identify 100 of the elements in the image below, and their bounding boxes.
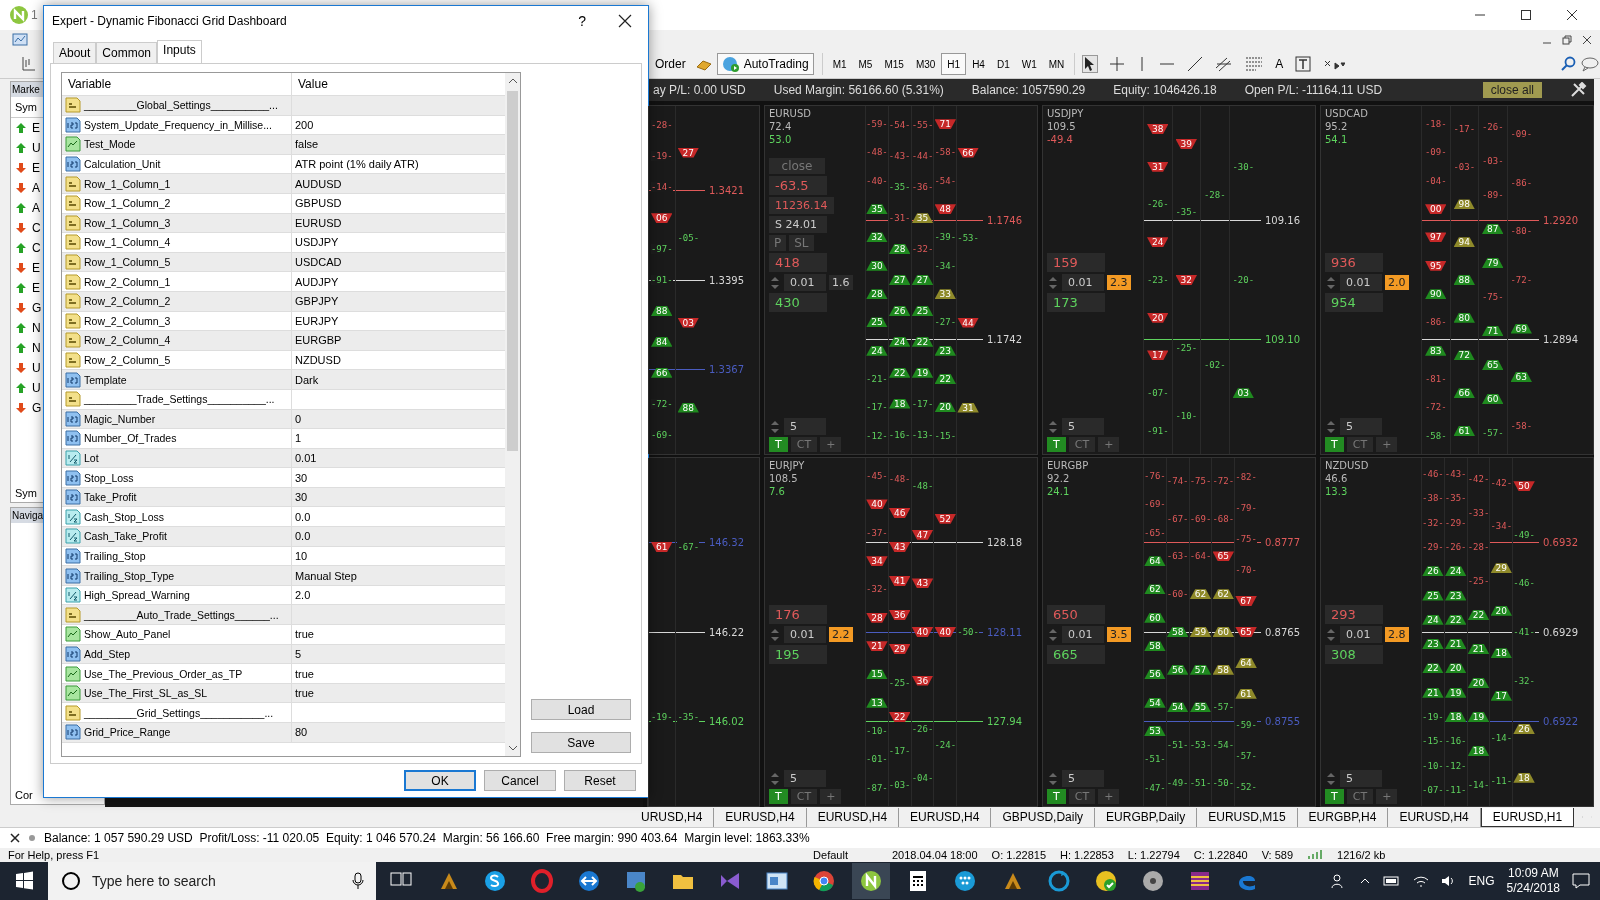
step-field[interactable]: 5 — [1062, 770, 1104, 787]
timeframe-button[interactable]: M1 — [826, 53, 853, 75]
symbol-name[interactable]: C — [32, 221, 41, 235]
value-cell[interactable]: EURJPY — [295, 314, 339, 327]
variable-name[interactable]: Row_1_Column_3 — [84, 216, 171, 229]
spinner-icon[interactable] — [1047, 771, 1059, 786]
value-cell[interactable]: EURGBP — [295, 334, 342, 347]
variable-name[interactable]: Row_1_Column_1 — [84, 177, 171, 190]
buy-price[interactable]: 430 — [769, 293, 827, 312]
sell-price[interactable]: 936 — [1325, 253, 1383, 272]
variable-name[interactable]: Show_Auto_Panel — [84, 628, 171, 641]
value-cell[interactable]: true — [295, 667, 314, 680]
step-field[interactable]: 5 — [784, 418, 826, 435]
spinner-icon[interactable] — [1047, 627, 1059, 642]
variable-name[interactable]: Row_1_Column_5 — [84, 256, 171, 269]
timeframe-button[interactable]: MN — [1042, 53, 1071, 75]
variable-name[interactable]: Row_2_Column_4 — [84, 334, 171, 347]
dialog-button[interactable]: Load — [531, 699, 631, 720]
timeframe-button[interactable]: M15 — [878, 53, 910, 75]
fibonacci-icon[interactable] — [1245, 56, 1264, 72]
channel-icon[interactable] — [1215, 56, 1234, 72]
sell-price[interactable]: 176 — [769, 605, 827, 624]
symbol-name[interactable]: C — [32, 241, 41, 255]
close-icon[interactable] — [10, 833, 20, 843]
variable-name[interactable]: Magic_Number — [84, 412, 156, 425]
sell-price[interactable]: 159 — [1047, 253, 1105, 272]
dialog-tab[interactable]: Common — [96, 42, 158, 63]
value-cell[interactable]: 0.0 — [295, 530, 311, 543]
step-field[interactable]: 5 — [1062, 418, 1104, 435]
spinner-icon[interactable] — [769, 771, 781, 786]
symbol-name[interactable]: E — [32, 281, 40, 295]
chart-tab[interactable]: EURUSD,M15 — [1197, 807, 1298, 827]
value-cell[interactable]: GBPUSD — [295, 197, 342, 210]
value-cell[interactable]: AUDJPY — [295, 275, 339, 288]
spinner-icon[interactable] — [769, 419, 781, 434]
value-cell[interactable]: 80 — [295, 726, 308, 739]
trade-button[interactable]: T — [769, 789, 788, 804]
spinner-icon[interactable] — [1325, 627, 1337, 642]
symbol-name[interactable]: G — [32, 401, 42, 415]
scroll-thumb[interactable] — [507, 91, 518, 451]
chart-tab[interactable]: GBPUSD,Daily — [991, 807, 1096, 827]
buy-price[interactable]: 954 — [1325, 293, 1383, 312]
cursor-icon[interactable] — [1083, 56, 1098, 72]
value-cell[interactable]: NZDUSD — [295, 354, 341, 366]
spinner-icon[interactable] — [1047, 419, 1059, 434]
spinner-icon[interactable] — [769, 627, 781, 642]
value-cell[interactable]: Manual Step — [295, 569, 357, 582]
clock-time[interactable]: 10:09 AM — [1507, 866, 1559, 881]
buy-price[interactable]: 195 — [769, 645, 827, 664]
dialog-button[interactable]: Reset — [564, 770, 636, 791]
trade-button[interactable]: T — [769, 437, 788, 452]
symbol-name[interactable]: A — [32, 181, 40, 195]
variable-name[interactable]: _________Grid_Settings___________... — [84, 706, 274, 719]
trading-platform-icon[interactable] — [852, 863, 890, 899]
value-cell[interactable]: 10 — [295, 549, 308, 562]
variable-name[interactable]: High_Spread_Warning — [84, 589, 190, 602]
symbol-name[interactable]: E — [32, 161, 40, 175]
maximize-icon[interactable] — [1520, 9, 1532, 21]
chart-tab[interactable]: EURUSD,H4 — [899, 807, 992, 827]
step-field[interactable]: 5 — [1340, 770, 1382, 787]
search-icon[interactable] — [1560, 56, 1576, 72]
timeframe-button[interactable]: M5 — [852, 53, 879, 75]
value-cell[interactable]: USDJPY — [295, 236, 339, 249]
timeframe-button[interactable]: H1 — [941, 53, 967, 75]
lot-field[interactable]: 0.01 — [1062, 626, 1104, 643]
dialog-button[interactable]: Save — [531, 732, 631, 753]
value-cell[interactable]: 200 — [295, 118, 314, 131]
variable-name[interactable]: Template — [84, 373, 127, 386]
variable-name[interactable]: Row_2_Column_5 — [84, 354, 171, 366]
value-cell[interactable]: 0.0 — [295, 510, 311, 523]
value-cell[interactable]: 0 — [295, 412, 302, 425]
wifi-icon[interactable] — [1412, 874, 1429, 888]
trade-button[interactable]: T — [1047, 437, 1066, 452]
value-cell[interactable]: true — [295, 628, 314, 641]
symbol-name[interactable]: E — [32, 261, 40, 275]
timeframe-button[interactable]: H4 — [966, 53, 991, 75]
variable-name[interactable]: Row_1_Column_4 — [84, 236, 171, 249]
symbol-name[interactable]: E — [32, 121, 40, 135]
language-indicator[interactable]: ENG — [1468, 874, 1495, 888]
variable-name[interactable]: Number_Of_Trades — [84, 432, 177, 445]
value-cell[interactable]: 30 — [295, 471, 308, 484]
variable-name[interactable]: Cash_Take_Profit — [84, 530, 167, 543]
value-cell[interactable]: ATR point (1% daily ATR) — [295, 158, 419, 171]
value-cell[interactable]: true — [295, 687, 314, 700]
help-button[interactable]: ? — [572, 12, 592, 30]
search-field[interactable]: Type here to search — [90, 872, 344, 890]
value-cell[interactable]: GBPJPY — [295, 295, 339, 308]
battery-icon[interactable] — [1382, 875, 1401, 887]
notification-icon[interactable] — [1572, 873, 1590, 889]
variable-name[interactable]: Trailing_Stop_Type — [84, 569, 175, 582]
variable-name[interactable]: Use_The_Previous_Order_as_TP — [84, 667, 243, 680]
sell-price[interactable]: 293 — [1325, 605, 1383, 624]
symbol-name[interactable]: G — [32, 301, 42, 315]
tools-icon[interactable] — [1570, 82, 1588, 98]
dialog-tab[interactable]: Inputs — [157, 40, 202, 63]
symbol-name[interactable]: U — [32, 361, 41, 375]
variable-name[interactable]: Row_1_Column_2 — [84, 197, 171, 210]
value-cell[interactable]: USDCAD — [295, 256, 342, 269]
text-tool-button[interactable]: A — [1275, 57, 1284, 71]
symbol-name[interactable]: U — [32, 141, 41, 155]
